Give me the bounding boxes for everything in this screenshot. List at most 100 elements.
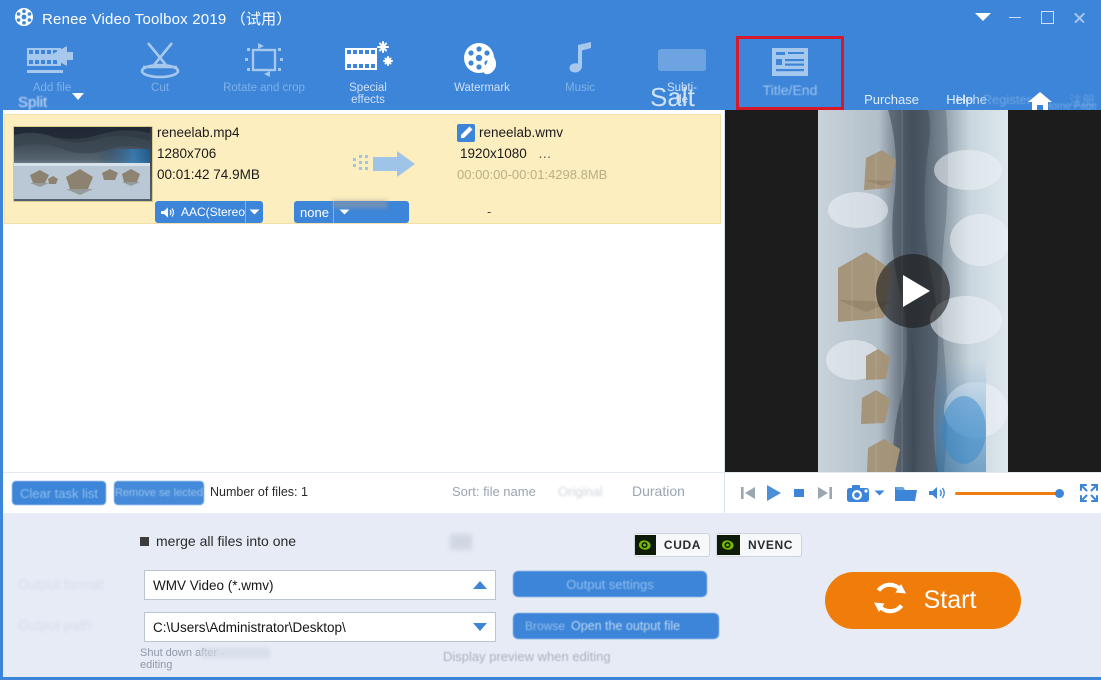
video-thumbnail: [13, 126, 153, 202]
output-ellipsis[interactable]: …: [538, 146, 553, 161]
file-list-panel: reneelab.mp4 1280x706 00:01:42 74.9MB: [0, 110, 725, 472]
nvenc-badge: NVENC: [716, 533, 802, 557]
toolbar-item-label: Rotate and crop: [223, 82, 305, 94]
nvenc-label: NVENC: [740, 538, 801, 552]
speaker-icon: [155, 206, 175, 219]
caret-down-icon[interactable]: [967, 0, 999, 34]
shutdown-smudge: [200, 648, 270, 658]
caret-up-icon[interactable]: [465, 581, 495, 589]
volume-track: [955, 492, 1063, 495]
output-file-name: reneelab.wmv: [479, 125, 563, 140]
sort-label[interactable]: Sort: file name: [452, 484, 536, 499]
subtitle-icon: [652, 39, 712, 81]
checkbox-mark: [140, 537, 149, 546]
output-settings-button[interactable]: Output settings: [513, 571, 707, 597]
maximize-icon[interactable]: [1031, 0, 1063, 34]
merge-smudge: [450, 534, 472, 550]
volume-slider[interactable]: [955, 486, 1063, 500]
output-path-label: Output path: [18, 617, 91, 633]
toolbar-item-add-file[interactable]: Add file: [0, 36, 104, 108]
refresh-circular-icon: [870, 578, 910, 623]
toolbar-item-label: Title/End: [763, 84, 818, 96]
remove-selected-button[interactable]: Remove se lected: [114, 481, 204, 505]
play-icon[interactable]: [760, 483, 786, 503]
preview-controls-bar: [725, 472, 1101, 513]
output-format-select[interactable]: WMV Video (*.wmv): [144, 570, 496, 600]
chevron-down-icon[interactable]: [245, 208, 263, 216]
rotate-crop-icon: [241, 39, 287, 81]
play-overlay-button[interactable]: [876, 254, 950, 328]
task-list-toolbar: [0, 472, 725, 513]
duration-label[interactable]: Duration: [632, 483, 685, 499]
edit-pencil-icon[interactable]: [457, 124, 475, 142]
subtitle-overlay-text: Salt: [650, 82, 695, 113]
output-format-label: Output format: [18, 576, 104, 592]
clear-task-list-button[interactable]: Clear task list: [12, 481, 106, 505]
audio-track-selector[interactable]: AAC(Stereo 4: [155, 201, 263, 223]
row-extra-value: -: [487, 204, 491, 219]
speaker-icon[interactable]: [926, 485, 950, 501]
folder-icon[interactable]: [892, 483, 920, 503]
table-row[interactable]: reneelab.mp4 1280x706 00:01:42 74.9MB: [4, 114, 721, 224]
audio-track-value: AAC(Stereo 4: [175, 205, 245, 219]
cuda-label: CUDA: [656, 538, 709, 552]
camera-icon[interactable]: [846, 483, 872, 503]
toolbar-item-rotate-crop[interactable]: Rotate and crop: [212, 36, 316, 108]
sort-secondary-label[interactable]: Original: [558, 484, 603, 499]
film-reel-icon: [14, 7, 34, 27]
window-controls: [967, 0, 1095, 34]
toolbar-item-label: Watermark: [454, 82, 510, 94]
subtitle-track-value: none: [294, 205, 333, 220]
toolbar-item-title-end[interactable]: Title/End: [738, 38, 842, 108]
caret-down-icon[interactable]: [872, 489, 886, 497]
toolbar-item-watermark[interactable]: Watermark: [430, 36, 534, 108]
chevron-down-icon[interactable]: [334, 208, 356, 216]
start-button-label: Start: [924, 586, 977, 615]
caret-down-icon[interactable]: [465, 623, 495, 631]
toolbar-item-label: Music: [565, 82, 595, 94]
start-button[interactable]: Start: [825, 572, 1021, 629]
nvidia-logo-icon: [717, 535, 740, 555]
output-format-value: WMV Video (*.wmv): [145, 578, 465, 593]
play-icon: [903, 275, 930, 307]
scissors-icon: [134, 39, 186, 81]
file-count-label: Number of files: 1: [210, 485, 308, 499]
toolbar-item-label: Add file: [33, 82, 71, 94]
skip-forward-icon[interactable]: [812, 484, 838, 502]
main-toolbar: Add file Split Cut: [0, 34, 1101, 110]
skip-back-icon[interactable]: [737, 484, 760, 502]
close-icon[interactable]: [1063, 0, 1095, 34]
register-link[interactable]: Register: [983, 92, 1031, 107]
toolbar-item-special-effects[interactable]: Special effects: [316, 36, 420, 108]
application-window: Renee Video Toolbox 2019 （试用）: [0, 0, 1101, 680]
minimize-icon[interactable]: [999, 0, 1031, 34]
fullscreen-icon[interactable]: [1077, 483, 1101, 503]
merge-label: merge all files into one: [156, 533, 296, 549]
output-meta: 00:00:00-00:01:4298.8MB: [457, 167, 607, 182]
merge-all-files-checkbox[interactable]: merge all files into one: [140, 533, 296, 549]
output-resolution: 1920x1080: [460, 146, 527, 161]
music-note-icon: [560, 39, 600, 81]
toolbar-item-music[interactable]: Music: [528, 36, 632, 108]
window-title: Renee Video Toolbox 2019 （试用）: [42, 8, 292, 29]
volume-knob[interactable]: [1055, 489, 1064, 498]
purchase-link[interactable]: Purchase: [864, 92, 919, 107]
toolbar-item-label: Cut: [151, 82, 169, 94]
open-output-file-button[interactable]: Open the output file: [571, 619, 680, 633]
source-duration-size: 00:01:42 74.9MB: [157, 167, 260, 182]
output-path-value: C:\Users\Administrator\Desktop\: [145, 620, 465, 635]
add-file-icon: [23, 39, 81, 81]
toolbar-item-label: Special effects: [349, 82, 387, 106]
source-resolution: 1280x706: [157, 146, 216, 161]
special-effects-icon: [341, 39, 395, 81]
video-preview-panel[interactable]: [725, 110, 1101, 472]
convert-arrow-icon: [353, 149, 419, 179]
left-window-edge: [0, 34, 3, 680]
toolbar-item-cut[interactable]: Cut: [108, 36, 212, 108]
cuda-badge: CUDA: [634, 533, 710, 557]
output-path-select[interactable]: C:\Users\Administrator\Desktop\: [144, 612, 496, 642]
subtitle-smudge: [333, 200, 387, 208]
stop-icon[interactable]: [786, 486, 812, 500]
display-preview-label[interactable]: Display preview when editing: [443, 649, 611, 664]
nvidia-logo-icon: [635, 535, 656, 555]
